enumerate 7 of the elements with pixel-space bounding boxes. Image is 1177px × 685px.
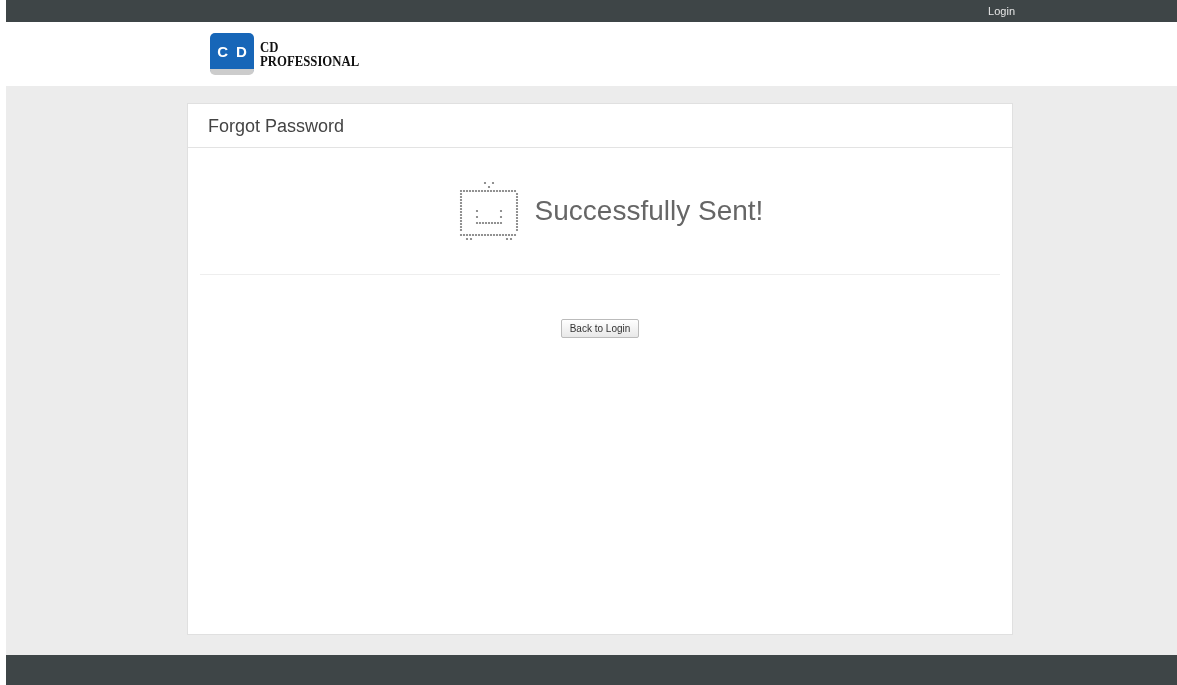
logo-text: PROFESSIONAL (260, 54, 360, 68)
logo-mark: C D (210, 33, 254, 75)
logo-text: CD (260, 40, 280, 54)
login-link[interactable]: Login (988, 5, 1015, 17)
back-to-login-button[interactable]: Back to Login (560, 319, 640, 338)
success-message: Successfully Sent! (534, 195, 764, 227)
panel-title: Forgot Password (188, 104, 1012, 148)
